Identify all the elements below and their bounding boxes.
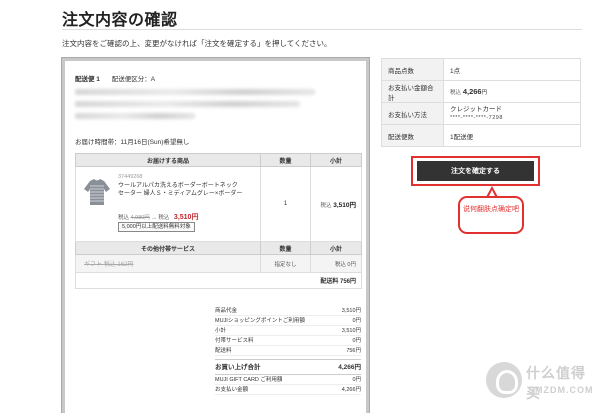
page-title: 注文内容の確認: [62, 12, 178, 29]
overview-value: 1配送便: [443, 124, 581, 147]
annotation-callout: 说何翻肤点确定吧: [458, 196, 524, 234]
subtotal-value: 3,510円: [333, 202, 356, 209]
service-name: ギフト 税込 162円: [84, 262, 134, 268]
order-details-panel: 配送便 1 配送便区分：A お届け時間帯：11月16日(Sun)希望無し お届け…: [61, 57, 370, 413]
overview-row: 配送便数 1配送便: [381, 124, 581, 147]
summary-row: 配送料 756円: [215, 348, 361, 356]
summary-row: 商品代金 3,510円: [215, 308, 361, 316]
order-overview-table: 商品点数 1点 お支払い金額合計 税込 4,266円 お支払い方法 クレジットカ…: [381, 58, 581, 147]
summary-row: お支払い金額 4,266円: [215, 387, 361, 395]
items-header-row: お届けする商品 数量 小計: [75, 153, 362, 167]
summary-row: MUJIショッピングポイントご利用額 0円: [215, 318, 361, 326]
table-row: 37449268 ウールアルパカ洗えるボーダーボートネックセーター 婦人Ｓ・ミデ…: [75, 166, 362, 242]
confirm-button-highlight: 注文を確定する: [411, 156, 540, 186]
blurred-address-line: [75, 101, 300, 107]
subtotal-prefix: 税込: [320, 203, 332, 209]
sale-price: 3,510円: [173, 214, 199, 221]
summary-row: MUJI GIFT CARD ご利用額 0円: [215, 377, 361, 385]
service-cell: ギフト 税込 162円: [75, 254, 261, 273]
sale-prefix: 税込: [158, 215, 170, 221]
product-cell: 37449268 ウールアルパカ洗えるボーダーボートネックセーター 婦人Ｓ・ミデ…: [75, 166, 261, 242]
sweater-thumbnail[interactable]: [82, 177, 112, 207]
overview-value: クレジットカード ****-****-****-7298: [443, 102, 581, 125]
order-total-row: お買い上げ合計 4,266円: [215, 359, 361, 375]
product-price-line: 税込 4,980円 → 税込 3,510円: [118, 212, 198, 222]
column-header: 数量: [260, 153, 311, 167]
shipping-fee: 配送料 756円: [75, 272, 362, 289]
delivery-time: お届け時間帯：11月16日(Sun)希望無し: [75, 139, 190, 146]
price-arrow: →: [151, 215, 157, 221]
column-header: 数量: [260, 241, 311, 255]
summary-row: 小計 3,510円: [215, 328, 361, 336]
card-number-masked: ****-****-****-7298: [450, 114, 503, 121]
product-subtotal: 税込 3,510円: [310, 166, 362, 242]
service-quantity: 指定なし: [260, 254, 311, 273]
overview-label: お支払い方法: [381, 102, 444, 125]
shipment-header: 配送便 1 配送便区分：A: [75, 73, 155, 83]
overview-value: 税込 4,266円: [443, 80, 581, 103]
items-table: お届けする商品 数量 小計 37449268 ウールアルパカ洗えるボーダーボート…: [75, 153, 362, 289]
column-header: 小計: [310, 153, 362, 167]
confirm-order-button[interactable]: 注文を確定する: [417, 161, 534, 181]
table-row: ギフト 税込 162円 指定なし 税込 0円: [75, 254, 362, 273]
overview-label: お支払い金額合計: [381, 80, 444, 103]
blurred-address-line: [75, 113, 195, 119]
price-prefix: 税込: [118, 215, 130, 221]
overview-row: お支払い方法 クレジットカード ****-****-****-7298: [381, 102, 581, 125]
shipment-category: 配送便区分：A: [111, 76, 156, 83]
watermark: 什么值得买 SMZDM.COM: [486, 358, 596, 408]
product-quantity: 1: [260, 166, 311, 242]
original-price: 4,980円: [130, 215, 150, 221]
product-name-link[interactable]: ウールアルパカ洗えるボーダーボートネックセーター 婦人Ｓ・ミディアムグレー×ボー…: [118, 182, 243, 198]
column-header: その他付帯サービス: [75, 241, 261, 255]
overview-row: お支払い金額合計 税込 4,266円: [381, 80, 581, 103]
service-header-row: その他付帯サービス 数量 小計: [75, 241, 362, 255]
instruction-text: 注文内容をご確認の上、変更がなければ「注文を確定する」を押してください。: [62, 39, 332, 48]
overview-label: 商品点数: [381, 58, 444, 81]
title-divider: [62, 29, 582, 30]
shipment-label: 配送便 1: [75, 76, 100, 83]
overview-row: 商品点数 1点: [381, 58, 581, 81]
watermark-logo-icon: [486, 362, 522, 398]
service-subtotal: 税込 0円: [310, 254, 362, 273]
overview-label: 配送便数: [381, 124, 444, 147]
free-shipping-badge: 5,000円以上配送料無料対象: [118, 222, 195, 232]
column-header: 小計: [310, 241, 362, 255]
column-header: お届けする商品: [75, 153, 261, 167]
watermark-text-en: SMZDM.COM: [528, 385, 594, 395]
blurred-address-line: [75, 89, 315, 95]
overview-value: 1点: [443, 58, 581, 81]
watermark-text-cn: 什么值得买: [526, 365, 586, 401]
product-sku: 37449268: [118, 174, 143, 180]
shipping-row: 配送料 756円: [75, 272, 362, 289]
summary-row: 付帯サービス料 0円: [215, 338, 361, 346]
price-summary: 商品代金 3,510円 MUJIショッピングポイントご利用額 0円 小計 3,510円…: [215, 306, 361, 395]
payment-method: クレジットカード: [450, 105, 502, 113]
